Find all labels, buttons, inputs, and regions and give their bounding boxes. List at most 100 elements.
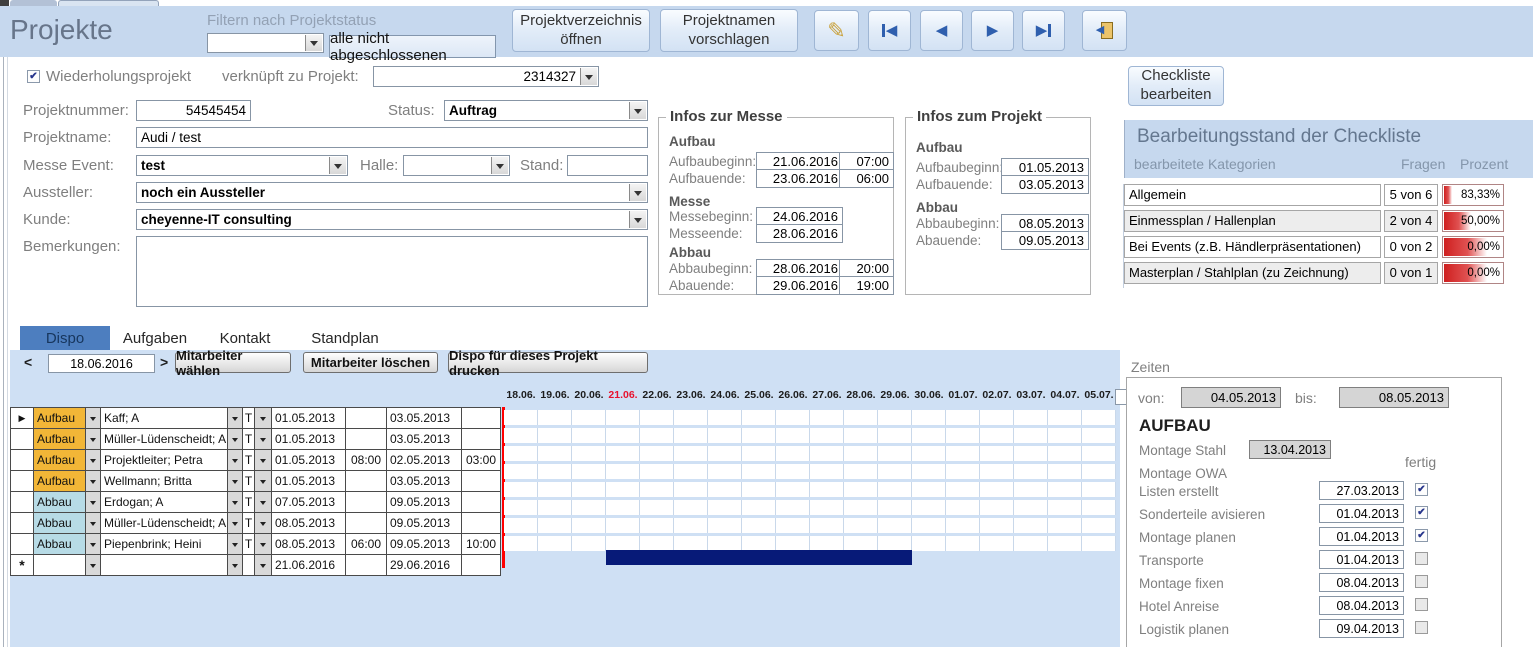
date-to-cell[interactable]: 03.05.2013 bbox=[387, 408, 462, 428]
type-cell[interactable]: T bbox=[243, 492, 255, 512]
task-done-checkbox[interactable]: ✔ bbox=[1415, 529, 1428, 542]
role-cell[interactable] bbox=[34, 555, 86, 575]
date-from-cell[interactable]: 01.05.2013 bbox=[272, 450, 346, 470]
type-cell[interactable]: T bbox=[243, 450, 255, 470]
chevron-down-icon[interactable] bbox=[255, 429, 272, 449]
verknuepft-combobox[interactable]: 2314327 bbox=[373, 66, 599, 87]
time-from-cell[interactable] bbox=[346, 492, 387, 512]
stand-field[interactable] bbox=[567, 155, 648, 176]
tab-aufgaben[interactable]: Aufgaben bbox=[110, 326, 200, 350]
chevron-down-icon[interactable] bbox=[228, 471, 243, 491]
suggest-project-name-button[interactable]: Projektnamen vorschlagen bbox=[660, 9, 798, 52]
task-done-checkbox[interactable] bbox=[1415, 552, 1428, 565]
task-date-field[interactable]: 01.04.2013 bbox=[1319, 527, 1404, 546]
time-from-cell[interactable] bbox=[346, 429, 387, 449]
role-cell[interactable]: Abbau bbox=[34, 513, 86, 533]
task-date-field[interactable]: 08.04.2013 bbox=[1319, 596, 1404, 615]
date-from-cell[interactable]: 01.05.2013 bbox=[272, 429, 346, 449]
row-selector[interactable] bbox=[11, 492, 34, 512]
projekt-abauende-date[interactable]: 09.05.2013 bbox=[1001, 231, 1089, 250]
date-to-cell[interactable]: 09.05.2013 bbox=[387, 513, 462, 533]
task-date-field[interactable]: 01.04.2013 bbox=[1319, 504, 1404, 523]
employee-cell[interactable]: Erdogan; A bbox=[101, 492, 228, 512]
role-cell[interactable]: Abbau bbox=[34, 492, 86, 512]
aussteller-combobox[interactable]: noch ein Aussteller bbox=[136, 182, 648, 203]
type-cell[interactable]: T bbox=[243, 513, 255, 533]
chevron-down-icon[interactable] bbox=[86, 450, 101, 470]
first-record-button[interactable]: ◀ bbox=[868, 10, 911, 51]
employee-cell[interactable]: Kaff; A bbox=[101, 408, 228, 428]
row-selector[interactable] bbox=[11, 534, 34, 554]
chevron-down-icon[interactable] bbox=[228, 534, 243, 554]
time-to-cell[interactable]: 10:00 bbox=[462, 534, 500, 554]
halle-combobox[interactable] bbox=[403, 155, 510, 176]
messe-aufbauende-time[interactable]: 06:00 bbox=[839, 169, 894, 188]
chevron-down-icon[interactable] bbox=[228, 408, 243, 428]
row-selector[interactable] bbox=[11, 450, 34, 470]
type-cell[interactable]: T bbox=[243, 534, 255, 554]
date-prev-button[interactable]: < bbox=[24, 354, 32, 370]
next-record-button[interactable]: ▶ bbox=[971, 10, 1014, 51]
row-selector[interactable] bbox=[11, 513, 34, 533]
chevron-down-icon[interactable] bbox=[228, 429, 243, 449]
chevron-down-icon[interactable] bbox=[86, 534, 101, 554]
date-from-cell[interactable]: 01.05.2013 bbox=[272, 408, 346, 428]
type-cell[interactable]: T bbox=[243, 429, 255, 449]
time-to-cell[interactable] bbox=[462, 408, 500, 428]
date-to-cell[interactable]: 03.05.2013 bbox=[387, 429, 462, 449]
role-cell[interactable]: Aufbau bbox=[34, 471, 86, 491]
time-to-cell[interactable] bbox=[462, 429, 500, 449]
chevron-down-icon[interactable] bbox=[86, 555, 101, 575]
filter-all-open-button[interactable]: alle nicht abgeschlossenen bbox=[329, 35, 496, 58]
checklist-category-cell[interactable]: Allgemein bbox=[1124, 184, 1381, 206]
messeende-date[interactable]: 28.06.2016 bbox=[756, 224, 843, 243]
chevron-down-icon[interactable] bbox=[255, 534, 272, 554]
checklist-category-cell[interactable]: Bei Events (z.B. Händlerpräsentationen) bbox=[1124, 236, 1381, 258]
checklist-category-cell[interactable]: Einmessplan / Hallenplan bbox=[1124, 210, 1381, 232]
delete-employee-button[interactable]: Mitarbeiter löschen bbox=[303, 352, 438, 373]
employee-cell[interactable]: Projektleiter; Petra bbox=[101, 450, 228, 470]
time-to-cell[interactable] bbox=[462, 555, 500, 575]
date-to-cell[interactable]: 09.05.2013 bbox=[387, 534, 462, 554]
chevron-down-icon[interactable] bbox=[86, 408, 101, 428]
projekt-aufbauende-date[interactable]: 03.05.2013 bbox=[1001, 175, 1089, 194]
chevron-down-icon[interactable] bbox=[228, 513, 243, 533]
task-done-checkbox[interactable] bbox=[1415, 598, 1428, 611]
date-to-cell[interactable]: 03.05.2013 bbox=[387, 471, 462, 491]
chevron-down-icon[interactable] bbox=[255, 492, 272, 512]
chevron-down-icon[interactable] bbox=[629, 211, 646, 228]
task-done-checkbox[interactable] bbox=[1415, 575, 1428, 588]
date-from-cell[interactable]: 08.05.2013 bbox=[272, 534, 346, 554]
role-cell[interactable]: Abbau bbox=[34, 534, 86, 554]
chevron-down-icon[interactable] bbox=[228, 450, 243, 470]
row-selector[interactable]: * bbox=[11, 555, 34, 575]
type-cell[interactable]: T bbox=[243, 471, 255, 491]
time-from-cell[interactable] bbox=[346, 408, 387, 428]
chevron-down-icon[interactable] bbox=[255, 450, 272, 470]
messe-abauende-date[interactable]: 29.06.2016 bbox=[756, 276, 843, 295]
date-to-cell[interactable]: 29.06.2016 bbox=[387, 555, 462, 575]
date-to-cell[interactable]: 09.05.2013 bbox=[387, 492, 462, 512]
gantt-bar[interactable] bbox=[606, 550, 912, 565]
last-record-button[interactable]: ▶ bbox=[1022, 10, 1065, 51]
time-to-cell[interactable] bbox=[462, 513, 500, 533]
chevron-down-icon[interactable] bbox=[86, 513, 101, 533]
task-done-checkbox[interactable]: ✔ bbox=[1415, 506, 1428, 519]
kunde-combobox[interactable]: cheyenne-IT consulting bbox=[136, 209, 648, 230]
open-project-directory-button[interactable]: Projektverzeichnis öffnen bbox=[512, 9, 650, 52]
filter-status-combobox[interactable] bbox=[207, 33, 324, 53]
chevron-down-icon[interactable] bbox=[86, 429, 101, 449]
task-done-checkbox[interactable]: ✔ bbox=[1415, 483, 1428, 496]
chevron-down-icon[interactable] bbox=[255, 408, 272, 428]
task-done-checkbox[interactable] bbox=[1415, 621, 1428, 634]
task-date-field[interactable]: 27.03.2013 bbox=[1319, 481, 1404, 500]
time-to-cell[interactable]: 03:00 bbox=[462, 450, 500, 470]
role-cell[interactable]: Aufbau bbox=[34, 429, 86, 449]
messe-aufbauende-date[interactable]: 23.06.2016 bbox=[756, 169, 843, 188]
row-selector[interactable]: ▶ bbox=[11, 408, 34, 428]
chevron-down-icon[interactable] bbox=[305, 35, 322, 51]
chevron-down-icon[interactable] bbox=[329, 157, 346, 174]
dispo-date-field[interactable]: 18.06.2016 bbox=[48, 354, 155, 373]
chevron-down-icon[interactable] bbox=[255, 513, 272, 533]
chevron-down-icon[interactable] bbox=[228, 492, 243, 512]
